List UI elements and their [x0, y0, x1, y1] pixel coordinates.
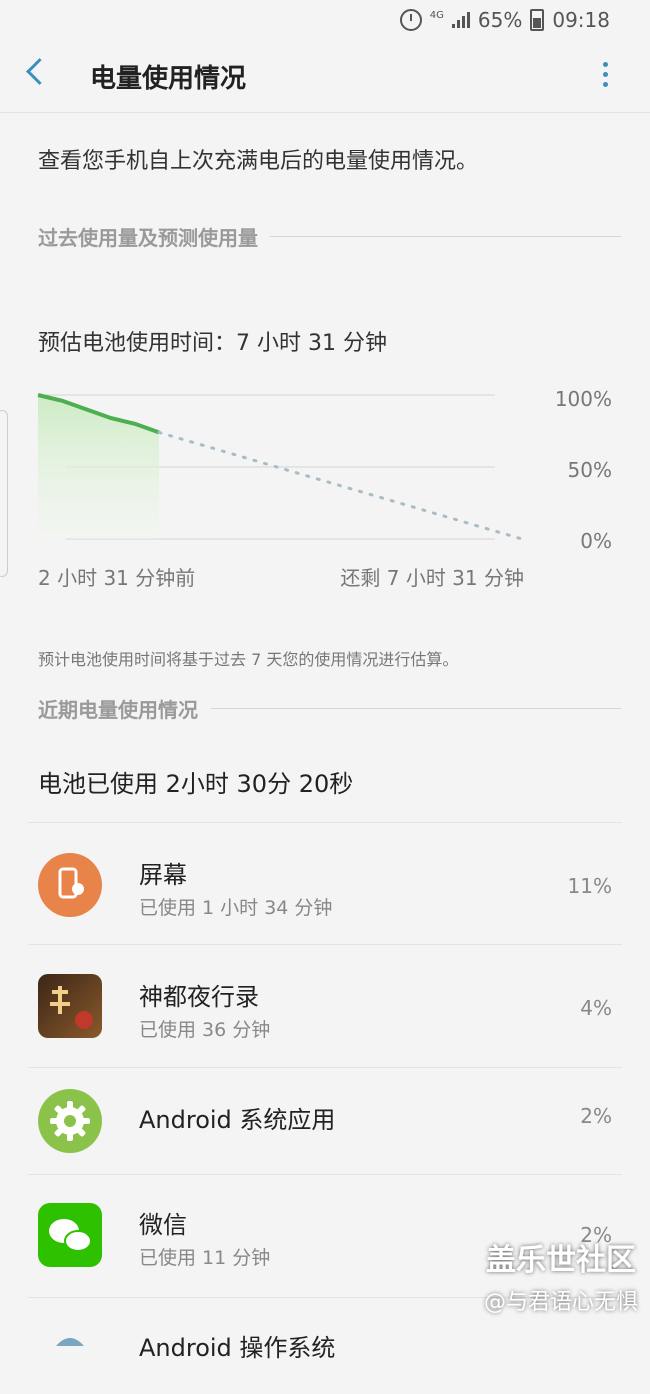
more-options-icon[interactable] — [603, 62, 608, 87]
game-icon — [38, 974, 102, 1038]
y-tick-label: 50% — [567, 458, 612, 482]
battery-estimate: 预估电池使用时间：7 小时 31 分钟 — [38, 331, 387, 356]
list-item[interactable]: 屏幕 已使用 1 小时 34 分钟 11% — [28, 822, 622, 944]
section-header-past: 过去使用量及预测使用量 — [38, 222, 622, 251]
app-percentage: 11% — [567, 874, 612, 898]
app-percentage: 2% — [580, 1104, 612, 1128]
watermark-title: 盖乐世社区 — [486, 1243, 636, 1278]
app-name: 屏幕 — [139, 861, 187, 889]
battery-used-total: 电池已使用 2小时 30分 20秒 — [38, 770, 354, 798]
x-tick-label: 2 小时 31 分钟前 — [38, 566, 196, 590]
list-item[interactable]: Android 系统应用 2% — [28, 1067, 622, 1174]
battery-percent: 65% — [477, 8, 523, 32]
app-bar: 电量使用情况 — [0, 40, 650, 113]
screen-brightness-icon — [38, 853, 102, 917]
page-title: 电量使用情况 — [90, 64, 247, 94]
signal-icon — [451, 12, 470, 28]
status-bar: 4G 65% 09:18 — [0, 0, 650, 40]
x-tick-label: 还剩 7 小时 31 分钟 — [340, 566, 524, 590]
alarm-icon — [399, 9, 422, 31]
app-name: 微信 — [139, 1211, 187, 1239]
app-name: 神都夜行录 — [139, 983, 259, 1011]
back-icon[interactable] — [26, 58, 53, 85]
clock: 09:18 — [552, 8, 610, 32]
section-header-label: 过去使用量及预测使用量 — [38, 226, 258, 250]
app-name: Android 操作系统 — [139, 1334, 336, 1362]
wechat-icon — [38, 1203, 102, 1267]
estimate-note: 预计电池使用时间将基于过去 7 天您的使用情况进行估算。 — [38, 650, 459, 669]
network-type: 4G — [429, 10, 444, 21]
app-usage-time: 已使用 11 分钟 — [139, 1247, 271, 1269]
section-header-recent: 近期电量使用情况 — [38, 694, 622, 723]
intro-text: 查看您手机自上次充满电后的电量使用情况。 — [38, 149, 479, 174]
actual-usage-area — [38, 395, 159, 539]
app-percentage: 4% — [580, 996, 612, 1020]
section-header-label: 近期电量使用情况 — [38, 698, 198, 722]
y-tick-label: 0% — [580, 529, 612, 553]
gear-icon — [38, 1089, 102, 1153]
watermark-handle: @与君语心无惧 — [483, 1290, 638, 1315]
predicted-usage-line — [157, 430, 524, 541]
y-tick-label: 100% — [554, 387, 612, 411]
app-usage-time: 已使用 1 小时 34 分钟 — [139, 897, 333, 919]
app-name: Android 系统应用 — [139, 1106, 336, 1134]
battery-icon — [530, 9, 545, 31]
list-item[interactable]: 神都夜行录 已使用 36 分钟 4% — [28, 944, 622, 1067]
app-usage-time: 已使用 36 分钟 — [139, 1019, 271, 1041]
